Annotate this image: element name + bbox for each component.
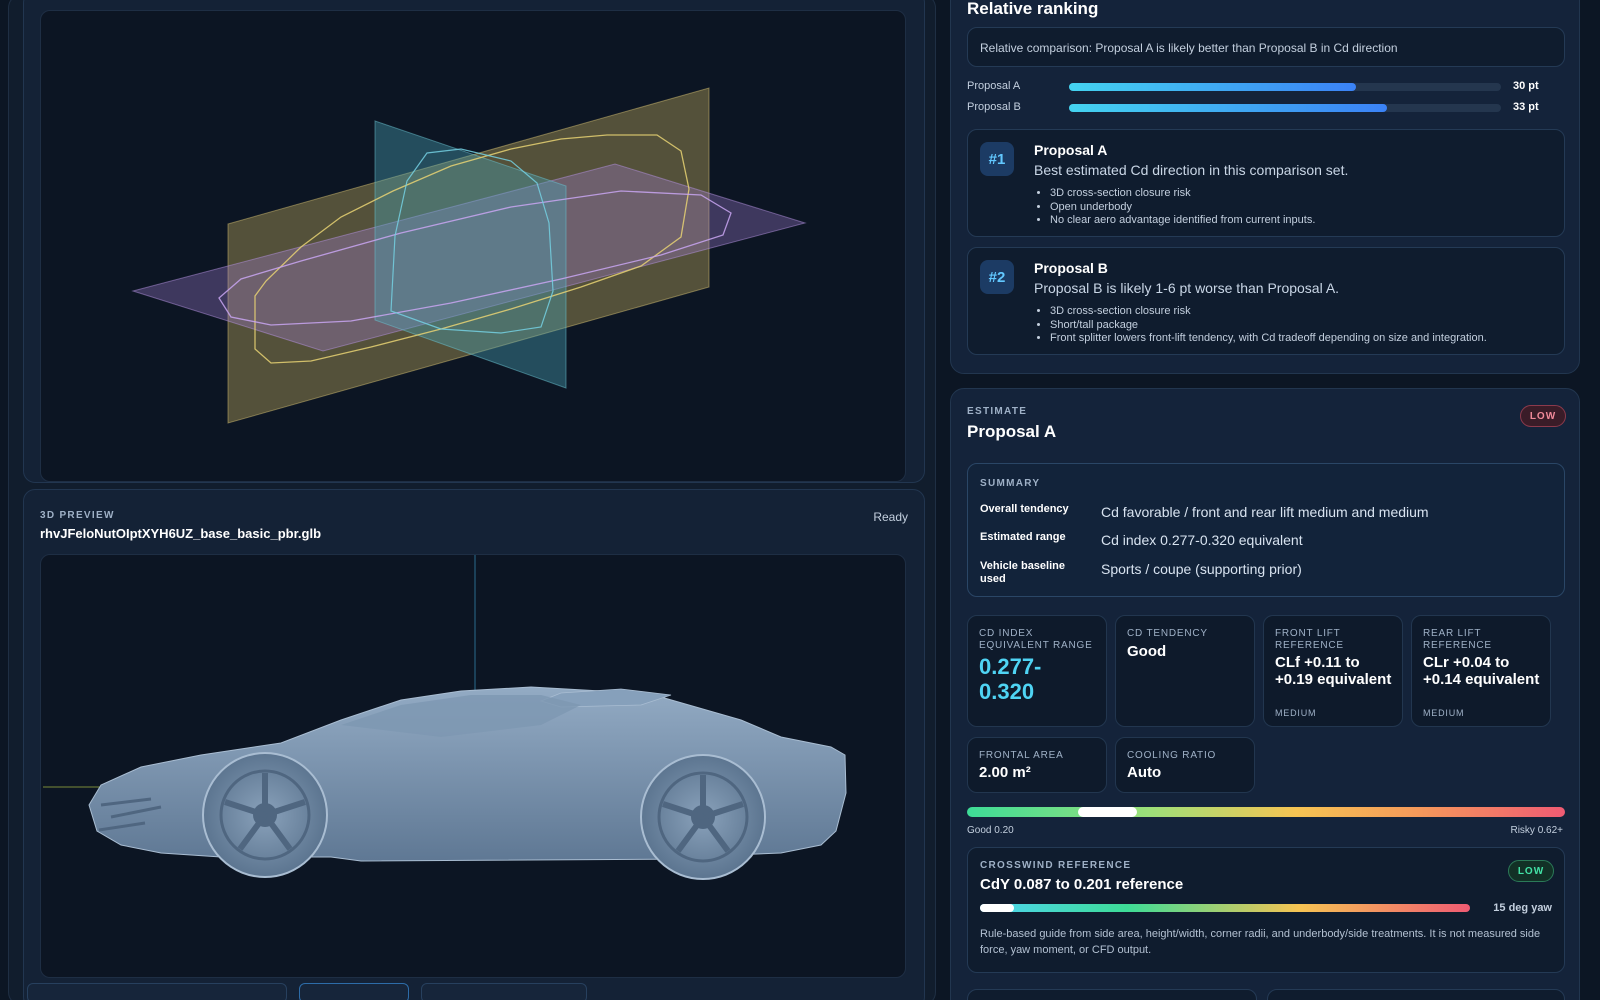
summary-value-tendency: Cd favorable / front and rear lift mediu… — [1101, 504, 1429, 520]
bottom-card-1 — [967, 989, 1257, 1000]
crosswind-scale-marker — [980, 904, 1015, 912]
ranking-bar-fill-a — [1069, 83, 1357, 91]
proposal-note: 3D cross-section closure risk — [1050, 305, 1487, 319]
metric-front-lift: FRONT LIFT REFERENCE CLf +0.11 to +0.19 … — [1263, 615, 1403, 727]
proposal-name-1: Proposal A — [1034, 142, 1108, 158]
proposal-name-2: Proposal B — [1034, 260, 1108, 276]
bottom-tab-3[interactable] — [421, 983, 587, 1000]
viewer-column: 3D PREVIEW rhvJFeloNutOIptXYH6UZ_base_ba… — [8, 0, 936, 1000]
preview-panel: 3D PREVIEW rhvJFeloNutOIptXYH6UZ_base_ba… — [23, 489, 925, 1000]
estimate-card: ESTIMATE Proposal A LOW SUMMARY Overall … — [950, 388, 1580, 1000]
proposal-note: No clear aero advantage identified from … — [1050, 214, 1315, 228]
metric-frontal-area: FRONTAL AREA 2.00 m² — [967, 737, 1107, 793]
metric-label: CD INDEX EQUIVALENT RANGE — [979, 628, 1093, 651]
metric-cooling-ratio: COOLING RATIO Auto — [1115, 737, 1255, 793]
crosswind-box: CROSSWIND REFERENCE CdY 0.087 to 0.201 r… — [967, 847, 1565, 973]
preview-viewport[interactable] — [40, 554, 906, 978]
proposal-notes-1: 3D cross-section closure risk Open under… — [1050, 187, 1315, 228]
proposal-rank-card-1[interactable]: #1 Proposal A Best estimated Cd directio… — [967, 129, 1565, 237]
metric-label: FRONTAL AREA — [979, 750, 1064, 761]
ranking-bar-a — [1069, 83, 1501, 91]
crosswind-note: Rule-based guide from side area, height/… — [980, 928, 1541, 956]
comparison-note: Relative comparison: Proposal A is likel… — [980, 41, 1398, 55]
preview-status: Ready — [873, 510, 908, 524]
ranking-bar-label-a: Proposal A — [967, 80, 1021, 92]
summary-value-range: Cd index 0.277-0.320 equivalent — [1101, 532, 1303, 548]
summary-label-range: Estimated range — [980, 531, 1066, 543]
ranking-bar-fill-b — [1069, 104, 1387, 112]
metric-cd-index: CD INDEX EQUIVALENT RANGE 0.277-0.320 — [967, 615, 1107, 727]
ranking-bar-value-a: 30 pt — [1513, 80, 1539, 92]
cd-scale-min-label: Good 0.20 — [967, 825, 1014, 836]
estimate-title: Proposal A — [967, 422, 1057, 441]
cd-scale-bar — [967, 807, 1565, 817]
metric-sub: MEDIUM — [1423, 708, 1465, 718]
bottom-card-2 — [1267, 989, 1565, 1000]
crosswind-badge: LOW — [1508, 860, 1554, 882]
proposal-summary-2: Proposal B is likely 1-6 pt worse than P… — [1034, 280, 1340, 296]
ranking-bar-b — [1069, 104, 1501, 112]
metric-label: REAR LIFT REFERENCE — [1423, 628, 1492, 651]
cd-scale-marker — [1077, 807, 1138, 817]
ranking-bar-value-b: 33 pt — [1513, 101, 1539, 113]
ranking-bar-label-b: Proposal B — [967, 101, 1021, 113]
car-model-render — [43, 555, 847, 880]
metric-value: Good — [1127, 643, 1167, 660]
section-plane-viewport[interactable] — [40, 10, 906, 482]
estimate-eyebrow: ESTIMATE — [967, 406, 1028, 417]
section-planes-graphic — [131, 87, 807, 424]
relative-ranking-card: Relative ranking Relative comparison: Pr… — [950, 0, 1580, 374]
metric-value: 2.00 m² — [979, 764, 1031, 781]
bottom-tab-1[interactable] — [27, 983, 287, 1000]
summary-eyebrow: SUMMARY — [980, 478, 1041, 489]
proposal-note: Open underbody — [1050, 201, 1315, 215]
metric-value-cd-index: 0.277-0.320 — [979, 654, 1042, 704]
crosswind-eyebrow: CROSSWIND REFERENCE — [980, 860, 1132, 871]
summary-box: SUMMARY Overall tendency Cd favorable / … — [967, 463, 1565, 597]
metric-value: CLr +0.04 to +0.14 equivalent — [1423, 654, 1540, 688]
rank-badge-2: #2 — [980, 260, 1014, 294]
summary-label-baseline: Vehicle baseline used — [980, 560, 1065, 585]
comparison-note-box: Relative comparison: Proposal A is likel… — [967, 27, 1565, 67]
metric-sub: MEDIUM — [1275, 708, 1317, 718]
proposal-notes-2: 3D cross-section closure risk Short/tall… — [1050, 305, 1487, 346]
metric-value: CLf +0.11 to +0.19 equivalent — [1275, 654, 1392, 688]
metric-label: FRONT LIFT REFERENCE — [1275, 628, 1344, 651]
bottom-tab-2[interactable] — [299, 983, 409, 1000]
metric-label: CD TENDENCY — [1127, 628, 1208, 639]
proposal-rank-card-2[interactable]: #2 Proposal B Proposal B is likely 1-6 p… — [967, 247, 1565, 355]
confidence-badge: LOW — [1520, 405, 1566, 427]
section-plane-panel — [23, 0, 925, 483]
summary-label-tendency: Overall tendency — [980, 503, 1069, 515]
metric-label: COOLING RATIO — [1127, 750, 1217, 761]
crosswind-scale-bar — [980, 904, 1470, 912]
metric-rear-lift: REAR LIFT REFERENCE CLr +0.04 to +0.14 e… — [1411, 615, 1551, 727]
proposal-note: Front splitter lowers front-lift tendenc… — [1050, 332, 1487, 346]
metric-cd-tendency: CD TENDENCY Good — [1115, 615, 1255, 727]
proposal-note: Short/tall package — [1050, 319, 1487, 333]
preview-filename: rhvJFeloNutOIptXYH6UZ_base_basic_pbr.glb — [40, 526, 322, 541]
cd-scale-max-label: Risky 0.62+ — [1510, 825, 1563, 836]
crosswind-value: CdY 0.087 to 0.201 reference — [980, 876, 1184, 893]
crosswind-yaw-label: 15 deg yaw — [1493, 902, 1552, 914]
rank-badge-1: #1 — [980, 142, 1014, 176]
summary-value-baseline: Sports / coupe (supporting prior) — [1101, 561, 1302, 577]
proposal-summary-1: Best estimated Cd direction in this comp… — [1034, 162, 1349, 178]
ranking-title: Relative ranking — [967, 0, 1099, 18]
proposal-note: 3D cross-section closure risk — [1050, 187, 1315, 201]
preview-eyebrow: 3D PREVIEW — [40, 510, 115, 521]
metric-value: Auto — [1127, 764, 1162, 781]
